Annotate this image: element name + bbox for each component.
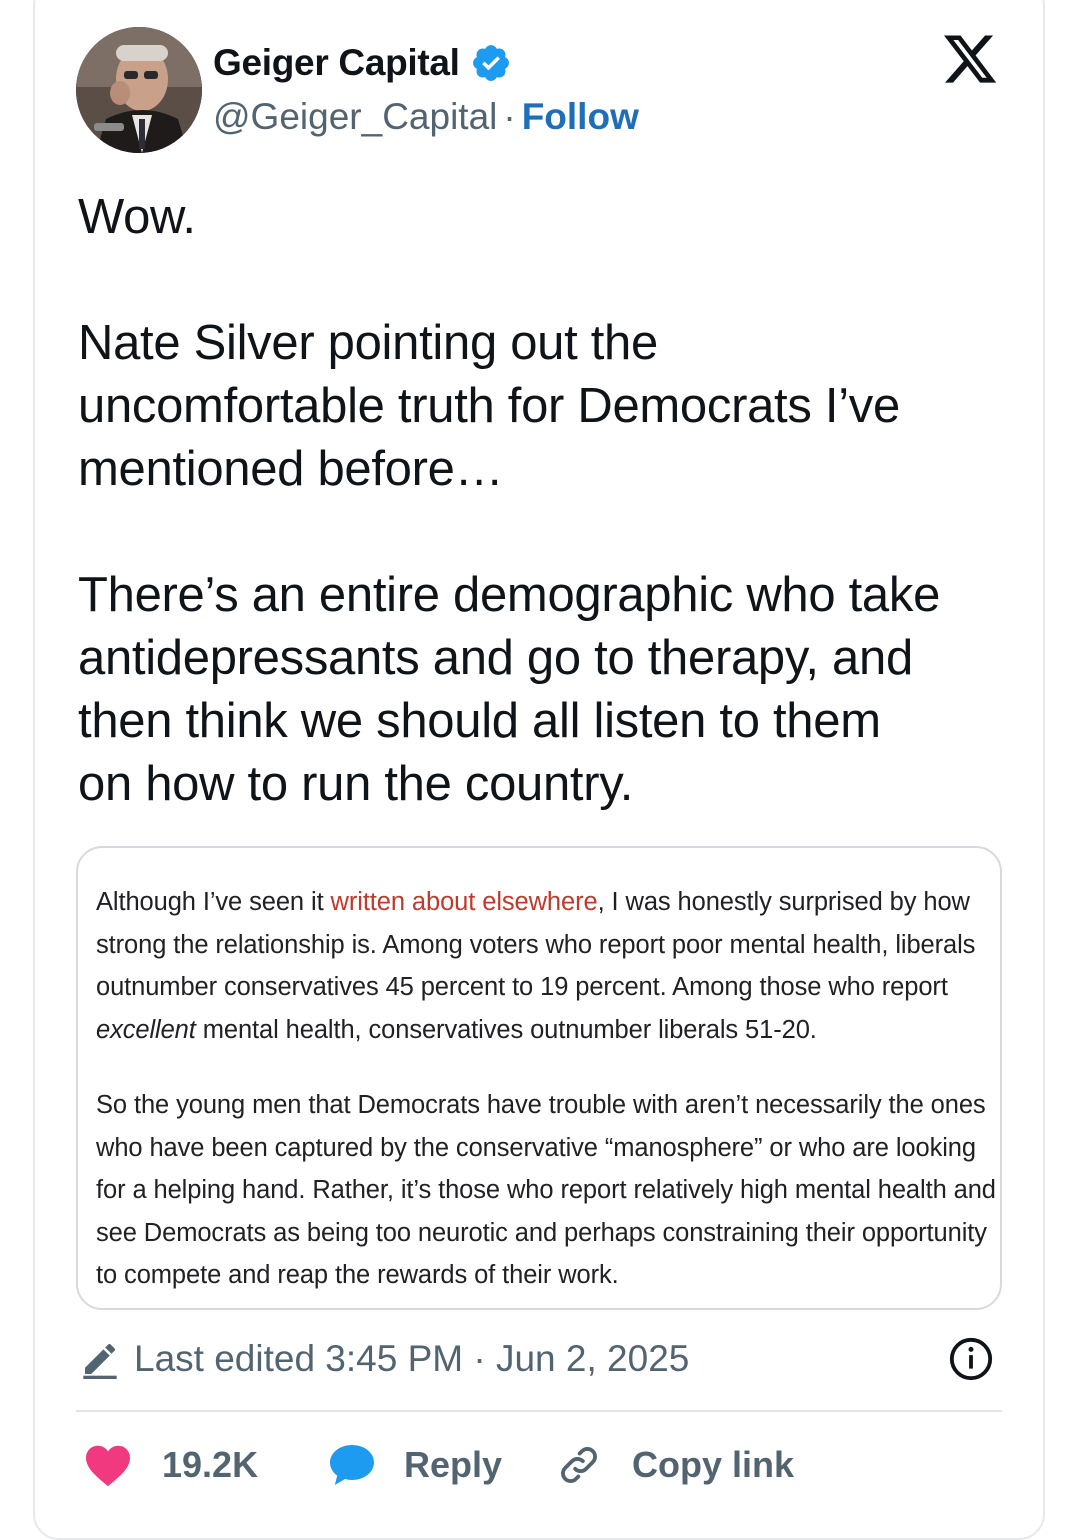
avatar-image: [76, 27, 202, 153]
divider: [76, 1410, 1002, 1412]
edited-timestamp-row[interactable]: Last edited 3:45 PM · Jun 2, 2025: [80, 1334, 689, 1384]
like-button[interactable]: 19.2K: [84, 1438, 258, 1492]
excerpt-emphasis: excellent: [96, 1015, 196, 1044]
heart-icon: [86, 1445, 130, 1487]
tweet-text-paragraph-2: Nate Silver pointing out the uncomfortab…: [78, 316, 900, 496]
pencil-icon: [83, 1343, 117, 1379]
excerpt-paragraph-2: So the young men that Democrats have tro…: [96, 1091, 996, 1289]
author-handle-row: @Geiger_Capital · Follow: [213, 96, 639, 138]
author-name-row: Geiger Capital: [213, 40, 512, 86]
quoted-excerpt-card[interactable]: Although I’ve seen it written about else…: [76, 846, 1002, 1310]
excerpt-link[interactable]: written about elsewhere: [331, 888, 598, 916]
excerpt-text: mental health, conservatives outnumber l…: [195, 1015, 817, 1044]
like-count: 19.2K: [162, 1444, 259, 1485]
excerpt-text: Although I’ve seen it: [96, 888, 331, 916]
verified-badge-icon: [472, 45, 509, 81]
info-icon[interactable]: [948, 1336, 994, 1382]
copy-link-button[interactable]: Copy link: [556, 1438, 794, 1492]
x-logo-icon[interactable]: [940, 30, 1000, 88]
separator-dot: ·: [503, 96, 516, 137]
author-name[interactable]: Geiger Capital: [213, 42, 460, 84]
follow-button[interactable]: Follow: [522, 96, 639, 137]
avatar[interactable]: [76, 27, 202, 153]
copy-link-label: Copy link: [632, 1444, 795, 1485]
author-handle[interactable]: @Geiger_Capital: [213, 96, 497, 137]
reply-bubble-icon: [330, 1445, 374, 1485]
reply-button[interactable]: Reply: [328, 1438, 502, 1492]
tweet-text-paragraph-1: Wow.: [78, 190, 196, 244]
edited-label: Last edited 3:45 PM · Jun 2, 2025: [134, 1338, 690, 1379]
reply-label: Reply: [404, 1444, 503, 1485]
excerpt-paragraph-1: Although I’ve seen it written about else…: [96, 881, 996, 1051]
link-icon: [561, 1447, 597, 1483]
tweet-text-paragraph-3: There’s an entire demographic who take a…: [78, 568, 941, 811]
action-bar: 19.2K Reply Copy link: [0, 1438, 1079, 1492]
